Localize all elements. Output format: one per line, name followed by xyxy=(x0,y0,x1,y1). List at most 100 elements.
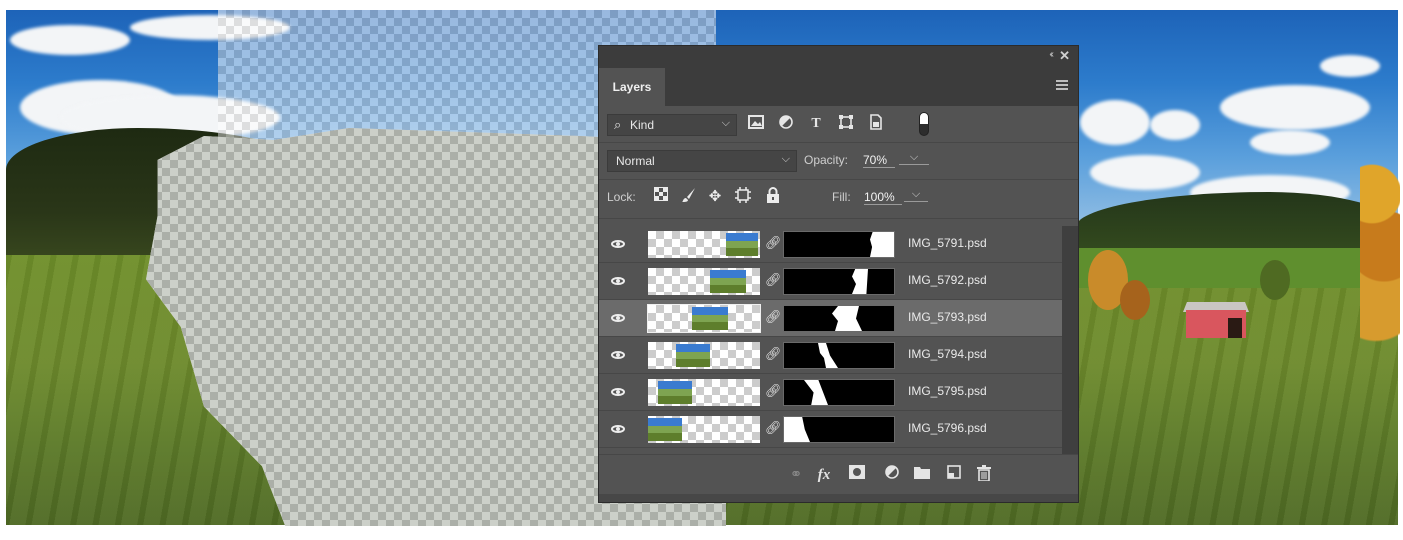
thumbnail-image xyxy=(726,233,758,256)
thumbnail-image xyxy=(648,418,682,441)
lock-transparent-pixels-icon[interactable] xyxy=(651,187,671,207)
mask-white-area xyxy=(804,380,828,405)
add-mask-icon[interactable] xyxy=(847,465,867,485)
layer-thumbnail[interactable] xyxy=(648,268,760,295)
image-filter-icon[interactable] xyxy=(746,114,766,134)
eye-icon[interactable] xyxy=(611,348,625,362)
adjustment-layer-icon[interactable] xyxy=(882,465,902,485)
mask-link-icon[interactable]: 🔗︎ xyxy=(765,272,782,288)
lock-artboard-icon[interactable] xyxy=(733,187,753,207)
fill-chevron-icon[interactable]: ⌵ xyxy=(904,188,928,202)
eye-icon[interactable] xyxy=(611,237,625,251)
fx-icon[interactable]: fx xyxy=(814,465,834,485)
thumbnail-image xyxy=(710,270,746,293)
link-layers-icon[interactable]: ⚭ xyxy=(786,465,806,485)
lock-row: Lock: ✥ Fill: 100% ⌵ xyxy=(599,180,1078,219)
tab-layers[interactable]: Layers xyxy=(599,68,665,106)
new-layer-icon[interactable] xyxy=(944,465,964,485)
lock-position-icon[interactable]: ✥ xyxy=(705,187,725,207)
lock-label: Lock: xyxy=(607,190,636,204)
opacity-input[interactable]: 70% xyxy=(863,153,895,168)
eye-icon[interactable] xyxy=(611,274,625,288)
layer-name[interactable]: IMG_5791.psd xyxy=(908,236,987,250)
eye-icon[interactable] xyxy=(611,422,625,436)
layer-row-selected[interactable]: 🔗︎ IMG_5793.psd xyxy=(599,300,1062,337)
mask-link-icon[interactable]: 🔗︎ xyxy=(765,383,782,399)
collapse-panel-icon[interactable]: ‹‹ xyxy=(1049,49,1053,60)
shape-filter-icon[interactable] xyxy=(836,114,856,134)
panel-menu-icon[interactable] xyxy=(1056,80,1068,90)
thumbnail-image xyxy=(676,344,710,367)
eye-icon[interactable] xyxy=(611,385,625,399)
filter-type-dropdown[interactable]: ⌕ Kind ⌵ xyxy=(607,114,737,136)
search-icon: ⌕ xyxy=(614,117,622,132)
layer-thumbnail[interactable] xyxy=(648,342,760,369)
mask-link-icon[interactable]: 🔗︎ xyxy=(765,235,782,251)
mask-white-area xyxy=(870,232,894,257)
layer-name[interactable]: IMG_5795.psd xyxy=(908,384,987,398)
panel-tab-row: Layers xyxy=(599,68,1078,106)
layer-thumbnail[interactable] xyxy=(648,379,760,406)
covered-bridge-opening xyxy=(1228,318,1242,338)
lock-image-pixels-icon[interactable] xyxy=(679,187,699,207)
layer-name[interactable]: IMG_5793.psd xyxy=(908,310,987,324)
layer-mask-thumbnail[interactable] xyxy=(783,305,895,332)
layer-row[interactable]: 🔗︎ IMG_5792.psd xyxy=(599,263,1062,300)
layer-thumbnail[interactable] xyxy=(647,304,761,333)
panel-resize-handle[interactable] xyxy=(599,494,1078,502)
layer-mask-thumbnail[interactable] xyxy=(783,342,895,369)
layer-row[interactable]: 🔗︎ IMG_5791.psd xyxy=(599,226,1062,263)
blend-mode-value: Normal xyxy=(616,154,655,168)
layer-mask-thumbnail[interactable] xyxy=(783,379,895,406)
layer-row[interactable]: 🔗︎ IMG_5794.psd xyxy=(599,337,1062,374)
filter-type-label: Kind xyxy=(630,118,655,132)
fill-label: Fill: xyxy=(832,190,851,204)
panel-title-bar[interactable]: ‹‹ ✕ xyxy=(599,46,1078,68)
cloud xyxy=(1250,130,1330,155)
opacity-label: Opacity: xyxy=(804,153,849,167)
layer-row[interactable]: 🔗︎ IMG_5796.psd xyxy=(599,411,1062,448)
cloud xyxy=(1220,85,1370,130)
mask-link-icon[interactable]: 🔗︎ xyxy=(765,346,782,362)
new-group-icon[interactable] xyxy=(912,465,932,485)
autumn-tree xyxy=(1120,280,1150,320)
panel-bottom-bar: ⚭ fx xyxy=(599,454,1078,495)
adjustment-filter-icon[interactable] xyxy=(776,114,796,134)
mask-link-icon[interactable]: 🔗︎ xyxy=(765,309,782,325)
opacity-chevron-icon[interactable]: ⌵ xyxy=(899,151,929,165)
layer-mask-thumbnail[interactable] xyxy=(783,268,895,295)
layer-thumbnail[interactable] xyxy=(648,416,760,443)
layer-mask-thumbnail[interactable] xyxy=(783,416,895,443)
smart-object-filter-icon[interactable] xyxy=(866,114,886,134)
blend-row: Normal ⌵ Opacity: 70% ⌵ xyxy=(599,143,1078,180)
mask-white-area xyxy=(832,306,862,331)
mask-white-area xyxy=(852,269,868,294)
filter-row: ⌕ Kind ⌵ T xyxy=(599,106,1078,143)
layer-list-scrollbar[interactable] xyxy=(1062,226,1078,454)
chevron-down-icon: ⌵ xyxy=(721,117,730,129)
layer-name[interactable]: IMG_5796.psd xyxy=(908,421,987,435)
lock-all-icon[interactable] xyxy=(763,187,783,207)
mask-white-area xyxy=(784,417,810,442)
eye-icon[interactable] xyxy=(611,311,625,325)
layer-list: 🔗︎ IMG_5791.psd 🔗︎ IMG_5792.psd 🔗︎ IMG_5… xyxy=(599,226,1062,454)
autumn-tree-right xyxy=(1360,90,1400,350)
cloud xyxy=(10,25,130,55)
thumbnail-image xyxy=(658,381,692,404)
filter-toggle-icon[interactable] xyxy=(919,112,929,136)
fill-input[interactable]: 100% xyxy=(864,190,902,205)
layer-thumbnail[interactable] xyxy=(648,231,760,258)
layer-name[interactable]: IMG_5794.psd xyxy=(908,347,987,361)
layer-row[interactable]: 🔗︎ IMG_5795.psd xyxy=(599,374,1062,411)
mask-white-area xyxy=(818,343,838,368)
cloud xyxy=(1150,110,1200,140)
layer-mask-thumbnail[interactable] xyxy=(783,231,895,258)
layers-panel: ‹‹ ✕ Layers ⌕ Kind ⌵ T Normal ⌵ Opacity:… xyxy=(598,45,1079,503)
thumbnail-image xyxy=(692,307,728,330)
layer-name[interactable]: IMG_5792.psd xyxy=(908,273,987,287)
delete-layer-icon[interactable] xyxy=(974,465,994,485)
close-panel-icon[interactable]: ✕ xyxy=(1059,48,1070,64)
blend-mode-dropdown[interactable]: Normal ⌵ xyxy=(607,150,797,172)
type-filter-icon[interactable]: T xyxy=(806,114,826,134)
mask-link-icon[interactable]: 🔗︎ xyxy=(765,420,782,436)
